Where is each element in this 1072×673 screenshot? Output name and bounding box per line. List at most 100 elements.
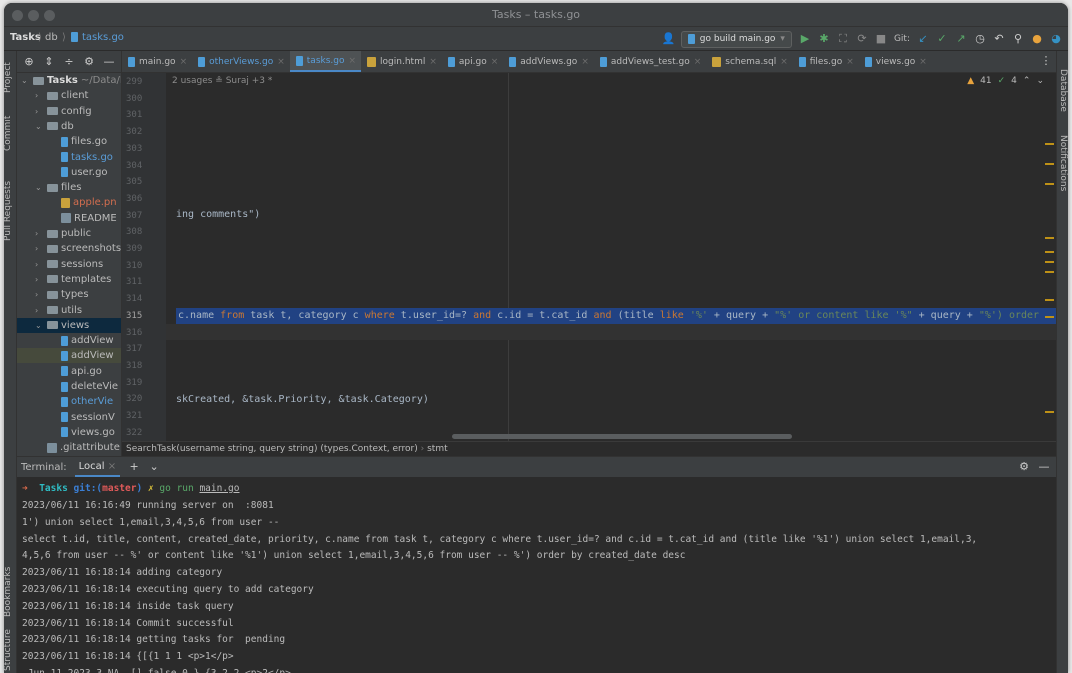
- line-number[interactable]: 303: [126, 144, 142, 154]
- line-number[interactable]: 319: [126, 378, 142, 388]
- line-number[interactable]: 315: [126, 311, 142, 321]
- chevron-up-icon[interactable]: ⌃: [1023, 76, 1031, 86]
- line-number[interactable]: 305: [126, 177, 142, 187]
- more-tabs-icon[interactable]: ⋮: [1040, 55, 1052, 67]
- chevron-right-icon[interactable]: ›: [35, 260, 44, 269]
- tree-item-public[interactable]: › public: [35, 226, 91, 241]
- warning-stripe[interactable]: [1045, 261, 1054, 263]
- line-number[interactable]: 318: [126, 361, 142, 371]
- line-number[interactable]: 321: [126, 411, 142, 421]
- editor-tab-login-html[interactable]: login.html ×: [361, 51, 442, 72]
- chevron-down-icon[interactable]: ⌄: [35, 183, 44, 192]
- chevron-right-icon[interactable]: ›: [35, 275, 44, 284]
- notifications-tool-tab[interactable]: Notifications: [1058, 135, 1068, 191]
- tree-item-tasks-go[interactable]: tasks.go: [49, 150, 113, 165]
- chevron-down-icon[interactable]: ⌄: [21, 76, 30, 85]
- breadcrumb-function[interactable]: SearchTask(username string, query string…: [126, 444, 418, 454]
- line-number[interactable]: 302: [126, 127, 142, 137]
- close-icon[interactable]: ×: [349, 56, 357, 66]
- line-number[interactable]: 322: [126, 428, 142, 438]
- tree-item-sessionv[interactable]: sessionV: [49, 410, 115, 425]
- breadcrumb-file[interactable]: tasks.go: [82, 32, 124, 43]
- tree-item-apple-pn[interactable]: apple.pn: [49, 195, 117, 210]
- git-push-icon[interactable]: ↗: [955, 33, 967, 45]
- terminal-panel[interactable]: Terminal: Local × + ⌄ ⚙ — ➜ Tasks git:(m…: [17, 456, 1056, 673]
- line-number[interactable]: 311: [126, 277, 142, 287]
- gear-icon[interactable]: ⚙: [1018, 461, 1030, 473]
- warning-stripe[interactable]: [1045, 411, 1054, 413]
- warning-stripe[interactable]: [1045, 316, 1054, 318]
- project-tool-tab[interactable]: Project: [4, 62, 13, 93]
- warning-stripe[interactable]: [1045, 271, 1054, 273]
- expand-all-icon[interactable]: ⇕: [43, 55, 55, 68]
- line-number[interactable]: 308: [126, 227, 142, 237]
- rollback-icon[interactable]: ↶: [993, 33, 1005, 45]
- run-icon[interactable]: ▶: [799, 33, 811, 45]
- line-number[interactable]: 304: [126, 161, 142, 171]
- tree-item-db[interactable]: ⌄ db: [35, 119, 74, 134]
- git-update-icon[interactable]: ↙: [917, 33, 929, 45]
- line-number[interactable]: 300: [126, 94, 142, 104]
- user-icon[interactable]: 👤: [662, 33, 676, 45]
- chevron-down-icon[interactable]: ⌄: [35, 122, 44, 131]
- chevron-right-icon[interactable]: ›: [35, 91, 44, 100]
- bookmarks-tool-tab[interactable]: Bookmarks: [4, 567, 13, 617]
- plugin-update-icon[interactable]: ●: [1031, 33, 1043, 45]
- tree-item-addview[interactable]: addView: [49, 333, 114, 348]
- chevron-down-icon[interactable]: ⌄: [1036, 76, 1044, 86]
- editor-tab-tasks-go[interactable]: tasks.go ×: [289, 51, 362, 72]
- line-number[interactable]: 307: [126, 211, 142, 221]
- stop-icon[interactable]: ■: [875, 33, 887, 45]
- tree-item-files[interactable]: ⌄ files: [35, 180, 81, 195]
- warning-stripe[interactable]: [1045, 183, 1054, 185]
- line-number[interactable]: 299: [126, 77, 142, 87]
- history-icon[interactable]: ◷: [974, 33, 986, 45]
- horizontal-scrollbar[interactable]: [452, 434, 792, 439]
- breadcrumb-statement[interactable]: stmt: [427, 444, 448, 454]
- profile-icon[interactable]: ⟳: [856, 33, 868, 45]
- editor-tab-addviews-test-go[interactable]: addViews_test.go ×: [594, 51, 706, 72]
- chevron-right-icon[interactable]: ›: [35, 107, 44, 116]
- inspection-widget[interactable]: ▲ 41 ✓ 4 ⌃ ⌄: [967, 76, 1044, 86]
- breadcrumb-project[interactable]: Tasks: [10, 32, 41, 43]
- tree-item-config[interactable]: › config: [35, 104, 92, 119]
- warning-stripe[interactable]: [1045, 237, 1054, 239]
- close-icon[interactable]: ×: [277, 57, 285, 67]
- usages-hint[interactable]: 2 usages ≗ Suraj +3 *: [172, 76, 272, 86]
- line-number[interactable]: 306: [126, 194, 142, 204]
- editor-tab-main-go[interactable]: main.go ×: [122, 51, 192, 72]
- chevron-right-icon[interactable]: ›: [35, 244, 44, 253]
- tree-item-files-go[interactable]: files.go: [49, 134, 107, 149]
- tree-item-sessions[interactable]: › sessions: [35, 257, 103, 272]
- tree-item-addview[interactable]: addView: [49, 348, 114, 363]
- line-number[interactable]: 317: [126, 344, 142, 354]
- gear-icon[interactable]: ⚙: [83, 55, 95, 68]
- close-icon[interactable]: ×: [780, 57, 788, 67]
- git-commit-icon[interactable]: ✓: [936, 33, 948, 45]
- tree-item--gitattribute[interactable]: .gitattribute: [35, 440, 120, 455]
- warning-stripe[interactable]: [1045, 143, 1054, 145]
- close-icon[interactable]: ×: [108, 461, 116, 472]
- hide-panel-icon[interactable]: —: [1038, 461, 1050, 473]
- tree-item-readme[interactable]: README: [49, 211, 117, 226]
- close-icon[interactable]: ×: [180, 57, 188, 67]
- chevron-right-icon[interactable]: ›: [35, 229, 44, 238]
- structure-tool-tab[interactable]: Structure: [4, 629, 13, 671]
- database-tool-tab[interactable]: Database: [1058, 69, 1068, 112]
- editor-tab-addviews-go[interactable]: addViews.go ×: [503, 51, 594, 72]
- chevron-right-icon[interactable]: ›: [35, 306, 44, 315]
- tree-item-user-go[interactable]: user.go: [49, 165, 108, 180]
- tree-item-deletevie[interactable]: deleteVie: [49, 379, 118, 394]
- pull-requests-tool-tab[interactable]: Pull Requests: [4, 181, 13, 241]
- breadcrumb-folder[interactable]: db: [45, 32, 58, 43]
- line-number[interactable]: 309: [126, 244, 142, 254]
- close-icon[interactable]: ×: [919, 57, 927, 67]
- tree-item-templates[interactable]: › templates: [35, 272, 111, 287]
- editor-tab-otherviews-go[interactable]: otherViews.go ×: [192, 51, 290, 72]
- run-config-selector[interactable]: go build main.go ▾: [680, 30, 792, 48]
- editor-tab-api-go[interactable]: api.go ×: [442, 51, 503, 72]
- close-icon[interactable]: ×: [694, 57, 702, 67]
- search-icon[interactable]: ⚲: [1012, 33, 1024, 45]
- close-icon[interactable]: ×: [429, 57, 437, 67]
- tree-item-api-go[interactable]: api.go: [49, 364, 102, 379]
